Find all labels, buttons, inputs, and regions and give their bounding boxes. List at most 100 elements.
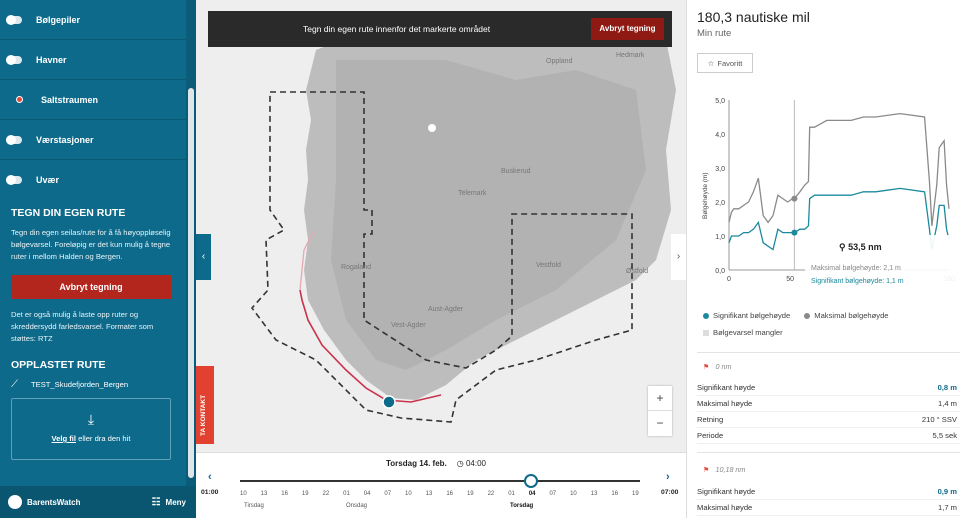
timeline-hour[interactable]: 16 [281,491,288,497]
timeline-hour[interactable]: 13 [591,491,598,497]
y-tick-label: 5,0 [715,98,725,105]
y-axis-label: Bølgehøyde (m) [702,172,709,219]
menu-button[interactable]: ☷ Meny [152,497,186,508]
banner-cancel-button[interactable]: Avbryt tegning [591,18,664,40]
cancel-drawing-button[interactable]: Avbryt tegning [11,275,171,299]
barentswatch-logo[interactable]: BarentsWatch [8,495,81,509]
detail-key: Retning [697,415,724,424]
y-tick-label: 4,0 [715,132,725,139]
detail-key: Signifikant høyde [697,383,756,392]
route-icon: ⟋ [11,379,18,390]
detail-value: 1,7 m [938,503,957,512]
wave-height-chart[interactable]: 0,01,02,03,04,05,0050100180Bølgehøyde (m… [687,90,960,290]
chart-svg[interactable]: 0,01,02,03,04,05,0050100180Bølgehøyde (m… [687,90,960,290]
map-canvas[interactable]: Oppland Hedmark Buskerud Telemark Rogaland Ve… [196,0,686,452]
y-tick-label: 0,0 [715,268,725,275]
timeline-hour[interactable]: 07 [549,491,556,497]
legend-missing: Bølgevarsel mangler [703,328,783,337]
chevron-left-icon: ‹ [201,251,206,262]
timeline-header: Torsdag 14. feb. ◷ 04:00 [386,459,486,468]
timeline-hour[interactable]: 07 [384,491,391,497]
layer-label: Uvær [36,174,60,185]
zoom-out-button[interactable]: − [648,411,672,436]
timeline-hour[interactable]: 10 [240,491,247,497]
timeline-hour[interactable]: 19 [467,491,474,497]
scrollbar-thumb[interactable] [188,88,194,478]
tooltip-distance: ⚲ 53,5 nm [839,242,882,252]
route-position-marker[interactable] [382,395,396,409]
panel-divider [697,352,960,353]
sidebar-footer: BarentsWatch ☷ Meny [0,486,196,518]
timeline-day-label: Tirsdag [244,503,264,509]
detail-key: Periode [697,431,724,440]
detail-value: 0,8 m [937,383,957,392]
y-tick-label: 2,0 [715,200,725,207]
detail-row: Signifikant høyde 0,9 m [697,484,960,500]
timeline-hour[interactable]: 13 [426,491,433,497]
timeline-day-label: Torsdag [510,503,534,509]
upload-icon: ⤓ [87,411,95,427]
dropzone-text: eller dra den hit [76,434,131,443]
map-place-label: Telemark [458,190,487,197]
timeline-slider-handle[interactable] [524,474,538,488]
timeline: Torsdag 14. feb. ◷ 04:00 ‹ › 01:00 07:00… [196,452,686,518]
timeline-hour[interactable]: 10 [570,491,577,497]
draw-route-text: Tegn din egen seilas/rute for å få høyop… [11,228,171,261]
timeline-day-label: Onsdag [346,503,368,509]
timeline-hour[interactable]: 22 [323,491,330,497]
legend-significant: Signifikant bølgehøyde [703,311,790,320]
toggle-switch[interactable] [6,54,22,65]
uploaded-route-item[interactable]: ⟋ TEST_Skudefjorden_Bergen [11,379,175,390]
timeline-hour[interactable]: 22 [488,491,495,497]
detail-value: 1,4 m [938,399,957,408]
y-tick-label: 1,0 [715,234,725,241]
layer-label: Saltstraumen [41,94,99,105]
timeline-hour[interactable]: 10 [405,491,412,497]
timeline-track[interactable] [240,480,640,482]
timeline-hour[interactable]: 04 [364,491,371,497]
favorite-label: Favoritt [717,58,743,68]
zoom-controls: + − [648,386,672,436]
timeline-hour[interactable]: 04 [529,491,536,497]
contact-tab[interactable]: TA KONTAKT [196,366,214,444]
layer-item[interactable]: Bølgepiler [0,0,196,40]
max-wave-series[interactable] [728,112,950,226]
expand-panel-button[interactable]: › [671,234,686,280]
layer-item[interactable]: Havner [0,40,196,80]
timeline-hour[interactable]: 19 [632,491,639,497]
significant-wave-marker [791,229,798,236]
legend-max: Maksimal bølgehøyde [804,311,889,320]
timeline-hour[interactable]: 19 [302,491,309,497]
zoom-in-button[interactable]: + [648,386,672,411]
layer-item[interactable]: Saltstraumen [0,80,196,120]
file-dropzone[interactable]: ⤓ Velg fil eller dra den hit [11,398,171,460]
timeline-hour[interactable]: 13 [261,491,268,497]
uploaded-route-title: OPPLASTET RUTE [11,359,106,371]
detail-value: 210 ° SSV [921,415,957,424]
toggle-switch[interactable] [6,14,22,25]
timeline-hour[interactable]: 16 [446,491,453,497]
panel-divider [697,452,960,453]
timeline-hour[interactable]: 01 [343,491,350,497]
map-pin-icon: ⚑ [703,362,710,371]
draw-route-banner: Tegn din egen rute innenfor det markerte… [208,11,672,47]
map-pin-icon: ⚑ [703,465,710,474]
timeline-time-value: 04:00 [465,459,486,468]
timeline-hour[interactable]: 16 [611,491,618,497]
sidebar-scrollbar[interactable] [186,0,196,486]
choose-file-link[interactable]: Velg fil [52,434,76,443]
layer-item[interactable]: Værstasjoner [0,120,196,160]
favorite-button[interactable]: ☆ Favoritt [697,53,753,73]
point-header-1: ⚑ 0 nm [703,362,732,371]
chart-legend: Signifikant bølgehøyde Maksimal bølgehøy… [703,311,889,345]
timeline-hour[interactable]: 01 [508,491,515,497]
detail-key: Maksimal høyde [697,503,753,512]
collapse-sidebar-button[interactable]: ‹ [196,234,211,280]
lake-marker [428,124,436,132]
map-layer[interactable] [196,0,686,452]
toggle-switch[interactable] [6,174,22,185]
toggle-switch[interactable] [6,134,22,145]
timeline-prev-button[interactable]: ‹ [208,471,212,483]
timeline-next-button[interactable]: › [666,471,670,483]
menu-label: Meny [165,497,186,507]
